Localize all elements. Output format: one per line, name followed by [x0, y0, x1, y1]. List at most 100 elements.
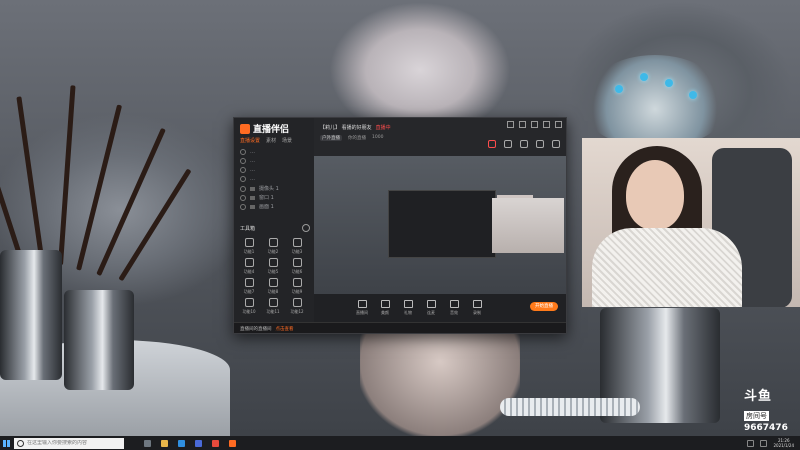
tool-item[interactable]: 功能8	[262, 278, 284, 295]
network-icon[interactable]	[747, 439, 755, 447]
toolbar-button[interactable]: 美颜	[377, 300, 393, 316]
visibility-icon[interactable]	[240, 176, 246, 182]
app-name: 直播伴侣	[253, 125, 290, 135]
tool-icon	[292, 278, 302, 287]
source-row[interactable]: …	[240, 158, 255, 164]
visibility-icon[interactable]	[240, 167, 246, 173]
visibility-icon[interactable]	[240, 194, 246, 201]
notice-bar: 直播间的直播间 点击查看	[234, 322, 566, 333]
clock[interactable]: 21:26 2021/1/24	[773, 438, 794, 448]
source-row[interactable]: 摄像头 1	[240, 185, 279, 192]
tool-item[interactable]: 功能3	[286, 238, 308, 255]
wallpaper-brush	[118, 168, 192, 282]
tool-item[interactable]: 功能5	[262, 258, 284, 275]
wallpaper-pearls	[500, 398, 640, 416]
toolbox-title: 工具箱	[240, 226, 256, 232]
toolbar-button[interactable]: 音效	[446, 300, 462, 316]
search-icon	[17, 439, 24, 447]
source-row[interactable]: …	[240, 176, 255, 182]
gift-icon[interactable]	[488, 140, 496, 148]
room-meta-item: 你的直播	[348, 136, 366, 141]
settings-icon[interactable]	[519, 121, 526, 128]
skin-icon[interactable]	[507, 121, 514, 128]
tool-item[interactable]: 功能9	[286, 278, 308, 295]
wallpaper-cup	[64, 290, 134, 390]
camera-icon	[250, 186, 255, 191]
stream-preview[interactable]	[314, 156, 566, 294]
app-sidebar: 直播伴侣 直播设置 素材 场景 … … … … 摄像头 1 窗口 1 画面 1 …	[234, 118, 315, 333]
streaming-app-icon[interactable]	[229, 439, 236, 447]
app-logo: 直播伴侣	[240, 122, 289, 135]
start-live-button[interactable]: 开始直播	[530, 302, 558, 311]
gift-icon	[403, 300, 413, 308]
visibility-icon[interactable]	[240, 158, 246, 164]
source-row[interactable]: …	[240, 167, 255, 173]
visibility-icon[interactable]	[240, 149, 246, 155]
sidebar-tab[interactable]: 素材	[266, 137, 276, 144]
tool-item[interactable]: 功能7	[238, 278, 260, 295]
source-row[interactable]: 窗口 1	[240, 194, 274, 201]
bag-icon[interactable]	[520, 140, 528, 148]
clock-date: 2021/1/24	[773, 443, 794, 448]
tool-item[interactable]: 功能6	[286, 258, 308, 275]
link-mic-icon	[426, 300, 436, 308]
bell-icon[interactable]	[536, 140, 544, 148]
source-row[interactable]: 画面 1	[240, 203, 274, 210]
room-header: 【莉儿】 看播的好朋友 直播中 户外直播 你的直播 1000	[314, 118, 566, 156]
toolbar-button[interactable]: 礼物	[400, 300, 416, 316]
webcam-person-shirt	[592, 228, 742, 307]
wallpaper-brush	[58, 85, 76, 266]
taskbar-search[interactable]	[14, 437, 124, 449]
wallpaper-brush	[16, 96, 45, 266]
tool-icon	[244, 258, 254, 267]
wallpaper-figure	[360, 330, 520, 436]
tool-icon	[244, 238, 254, 247]
app-icon[interactable]	[212, 439, 219, 447]
source-row[interactable]: …	[240, 149, 255, 155]
store-icon[interactable]	[195, 439, 202, 447]
live-toolbar: 直播间 美颜 礼物 连麦 音效 录制 开始直播	[314, 294, 566, 322]
tool-icon	[244, 278, 254, 287]
tool-item[interactable]: 功能12	[286, 298, 308, 315]
toolbar-button[interactable]: 连麦	[423, 300, 439, 316]
tool-item[interactable]: 功能1	[238, 238, 260, 255]
douyu-logo: 斗鱼	[744, 389, 773, 404]
task-view-icon[interactable]	[144, 439, 151, 447]
windows-icon	[2, 439, 10, 447]
image-icon	[250, 204, 255, 209]
tool-item[interactable]: 功能10	[238, 298, 260, 315]
maximize-icon[interactable]	[543, 121, 550, 128]
window-icon	[250, 195, 255, 200]
sound-icon	[449, 300, 459, 308]
gear-icon[interactable]	[302, 224, 310, 232]
beauty-icon	[380, 300, 390, 308]
visibility-icon[interactable]	[240, 203, 246, 210]
webcam-person-face	[626, 160, 684, 230]
sidebar-tab[interactable]: 场景	[282, 137, 292, 144]
category-tag[interactable]: 户外直播	[320, 135, 342, 141]
tool-item[interactable]: 功能2	[262, 238, 284, 255]
room-icon	[357, 300, 367, 308]
wallpaper-crown	[585, 55, 725, 145]
close-icon[interactable]	[555, 121, 562, 128]
toolbar-button[interactable]: 录制	[469, 300, 485, 316]
header-actions	[488, 140, 560, 148]
notice-link[interactable]: 点击查看	[276, 326, 294, 332]
sidebar-tabs: 直播设置 素材 场景	[240, 137, 292, 144]
start-button[interactable]	[0, 436, 12, 450]
search-input[interactable]	[27, 440, 122, 446]
file-explorer-icon[interactable]	[161, 439, 168, 447]
volume-icon[interactable]	[760, 439, 768, 447]
share-icon[interactable]	[552, 140, 560, 148]
visibility-icon[interactable]	[240, 185, 246, 192]
minimize-icon[interactable]	[531, 121, 538, 128]
tool-item[interactable]: 功能11	[262, 298, 284, 315]
tool-item[interactable]: 功能4	[238, 258, 260, 275]
toolbar-button[interactable]: 直播间	[354, 300, 370, 316]
lock-icon[interactable]	[504, 140, 512, 148]
tool-icon	[268, 278, 278, 287]
sidebar-tab[interactable]: 直播设置	[240, 137, 260, 144]
streaming-app-window[interactable]: 直播伴侣 直播设置 素材 场景 … … … … 摄像头 1 窗口 1 画面 1 …	[233, 117, 567, 334]
edge-icon[interactable]	[178, 439, 185, 447]
tool-icon	[292, 238, 302, 247]
